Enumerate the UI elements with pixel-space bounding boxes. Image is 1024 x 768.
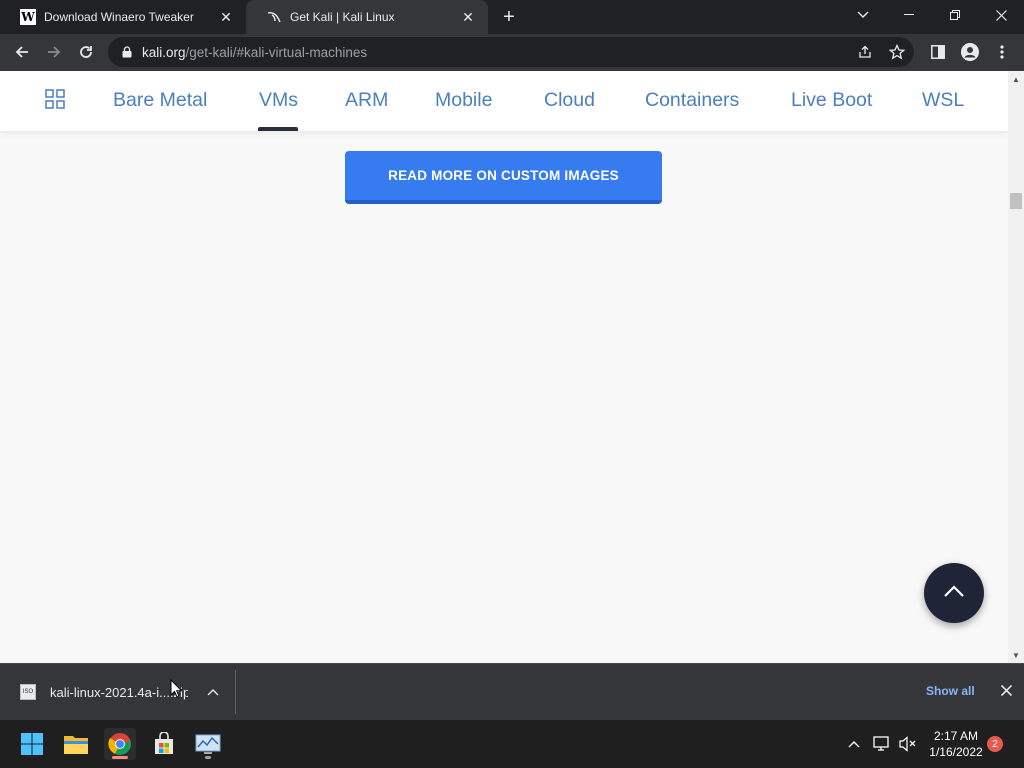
windows-start-icon[interactable] [16, 728, 48, 760]
tab-title: Get Kali | Kali Linux [290, 10, 395, 24]
show-all-downloads-link[interactable]: Show all [926, 684, 975, 698]
close-icon[interactable]: ✕ [458, 7, 478, 27]
notification-badge[interactable]: 2 [987, 736, 1003, 752]
chevron-up-icon[interactable] [206, 685, 220, 699]
subnav-item-cloud[interactable]: Cloud [544, 89, 595, 112]
download-shelf: ISO kali-linux-2021.4a-i....zip Show all [0, 663, 1024, 720]
chevron-up-icon[interactable] [844, 734, 864, 754]
winaero-w-icon: W [20, 9, 36, 25]
microsoft-store-icon[interactable] [148, 728, 180, 760]
subnav-item-arm[interactable]: ARM [345, 89, 388, 112]
url-path: /get-kali/#kali-virtual-machines [185, 44, 368, 60]
scroll-to-top-button[interactable] [924, 563, 984, 623]
system-clock[interactable]: 2:17 AM 1/16/2022 [924, 728, 988, 760]
close-window-button[interactable] [978, 0, 1024, 30]
bookmark-star-icon[interactable] [888, 43, 906, 61]
lock-icon[interactable] [120, 45, 134, 59]
file-explorer-icon[interactable] [60, 728, 92, 760]
download-filename: kali-linux-2021.4a-i....zip [50, 684, 188, 700]
performance-monitor-icon[interactable] [192, 728, 224, 760]
share-icon[interactable] [856, 43, 874, 61]
volume-muted-icon[interactable] [898, 734, 918, 754]
clock-date: 1/16/2022 [929, 745, 983, 759]
active-app-indicator [112, 756, 128, 759]
tab-title: Download Winaero Tweaker [44, 10, 194, 24]
iso-file-icon: ISO [20, 684, 36, 700]
tab-kali[interactable]: Get Kali | Kali Linux ✕ [246, 0, 488, 34]
subnav-item-bare-metal[interactable]: Bare Metal [113, 89, 207, 112]
scroll-down-arrow-icon[interactable]: ▼ [1008, 649, 1024, 661]
mouse-cursor-icon [170, 678, 184, 699]
platform-subnav: Bare Metal VMs ARM Mobile Cloud Containe… [0, 71, 1008, 131]
tab-search-icon[interactable] [840, 0, 886, 30]
subnav-item-live-boot[interactable]: Live Boot [791, 89, 872, 112]
url-host: kali.org [142, 44, 186, 60]
reload-button[interactable] [72, 38, 100, 66]
subnav-item-wsl[interactable]: WSL [922, 89, 964, 112]
read-more-custom-images-button[interactable]: READ MORE ON CUSTOM IMAGES [345, 151, 662, 204]
new-tab-button[interactable]: + [498, 6, 520, 28]
minimize-button[interactable] [886, 0, 932, 30]
close-icon[interactable] [998, 682, 1014, 698]
side-panel-icon[interactable] [928, 42, 948, 62]
windows-taskbar: 2:17 AM 1/16/2022 2 [0, 720, 1024, 768]
close-icon[interactable]: ✕ [216, 7, 236, 27]
forward-button[interactable] [40, 38, 68, 66]
network-icon[interactable] [872, 734, 892, 754]
scrollbar-thumb[interactable] [1010, 193, 1022, 209]
browser-toolbar: kali.org/get-kali/#kali-virtual-machines [0, 34, 1024, 71]
chevron-up-icon [943, 584, 965, 603]
subnav-item-vms[interactable]: VMs [259, 89, 298, 112]
restore-button[interactable] [932, 0, 978, 30]
clock-time: 2:17 AM [933, 729, 979, 743]
grid-icon[interactable] [45, 89, 65, 109]
profile-avatar-icon[interactable] [960, 42, 980, 62]
subnav-item-mobile[interactable]: Mobile [435, 89, 492, 112]
kali-dragon-icon [266, 9, 282, 25]
active-tab-indicator [258, 127, 298, 131]
download-item[interactable]: ISO kali-linux-2021.4a-i....zip [10, 670, 236, 714]
address-bar[interactable]: kali.org/get-kali/#kali-virtual-machines [108, 37, 914, 67]
scroll-up-arrow-icon[interactable]: ▲ [1008, 73, 1024, 85]
running-app-indicator [205, 756, 211, 759]
tab-winaero[interactable]: W Download Winaero Tweaker ✕ [0, 0, 246, 34]
back-button[interactable] [8, 38, 36, 66]
web-page: Bare Metal VMs ARM Mobile Cloud Containe… [0, 71, 1008, 663]
page-scrollbar[interactable]: ▲ ▼ [1008, 71, 1024, 663]
url-text: kali.org/get-kali/#kali-virtual-machines [142, 45, 367, 60]
chrome-icon[interactable] [104, 728, 136, 760]
tab-strip: W Download Winaero Tweaker ✕ Get Kali | … [0, 0, 1024, 34]
menu-kebab-icon[interactable] [992, 42, 1012, 62]
subnav-item-containers[interactable]: Containers [645, 89, 739, 112]
